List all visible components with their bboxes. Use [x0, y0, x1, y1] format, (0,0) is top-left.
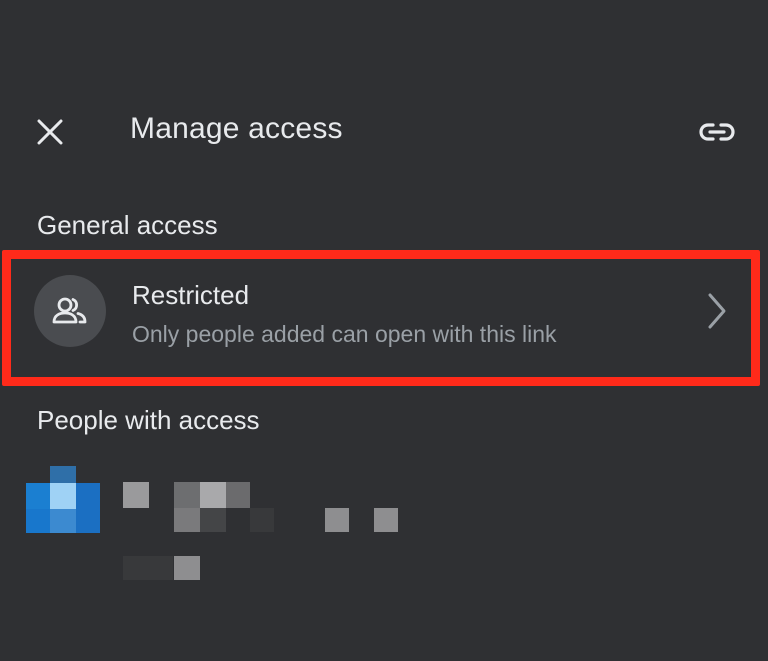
- link-icon: [699, 123, 735, 141]
- manage-access-screen: Manage access General access Restricted: [0, 0, 768, 661]
- people-with-access-heading: People with access: [37, 405, 260, 435]
- close-icon: [37, 119, 63, 145]
- person-row-obscured[interactable]: [0, 460, 768, 600]
- chevron-right-icon: [701, 289, 733, 333]
- page-title: Manage access: [130, 112, 343, 145]
- header: Manage access: [0, 92, 768, 172]
- close-button[interactable]: [22, 110, 78, 154]
- access-level-title: Restricted: [132, 280, 250, 310]
- copy-link-button[interactable]: [688, 110, 746, 154]
- general-access-heading: General access: [37, 210, 218, 240]
- access-level-description: Only people added can open with this lin…: [132, 321, 557, 347]
- pixelated-avatar: [26, 466, 398, 580]
- highlight-box: Restricted Only people added can open wi…: [2, 250, 760, 386]
- access-avatar: [34, 275, 106, 347]
- people-icon: [52, 297, 87, 324]
- general-access-row[interactable]: Restricted Only people added can open wi…: [11, 259, 751, 377]
